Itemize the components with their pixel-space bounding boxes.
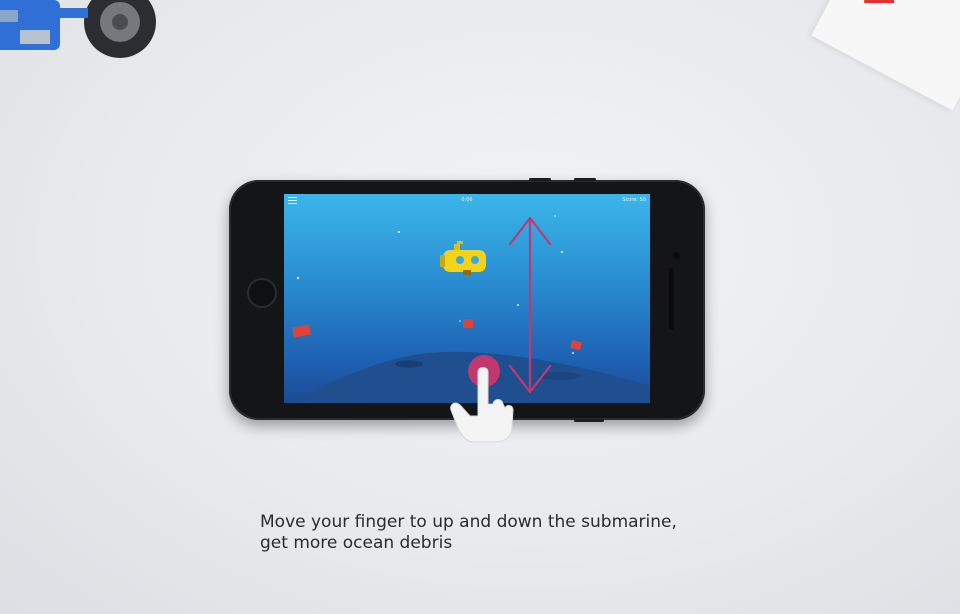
box-corner-decoration	[811, 0, 960, 111]
phone-device: 0:06 Score: 50	[229, 178, 705, 422]
tap-indicator	[468, 355, 500, 387]
caption-line-2: get more ocean debris	[260, 533, 453, 553]
game-screen[interactable]: 0:06 Score: 50	[284, 194, 650, 403]
ocean-debris-2	[463, 319, 473, 328]
caption-line-1: Move your finger to up and down the subm…	[260, 512, 677, 532]
home-button[interactable]	[247, 278, 277, 308]
bubble-particles	[296, 215, 574, 354]
instruction-caption: Move your finger to up and down the subm…	[260, 512, 730, 554]
front-camera	[673, 252, 680, 259]
submarine-icon	[440, 241, 486, 275]
ocean-debris-1	[292, 324, 311, 338]
ocean-debris-3	[570, 339, 582, 351]
toy-car-decoration	[0, 0, 156, 58]
game-scene	[284, 215, 650, 403]
speaker-grille	[669, 268, 674, 330]
